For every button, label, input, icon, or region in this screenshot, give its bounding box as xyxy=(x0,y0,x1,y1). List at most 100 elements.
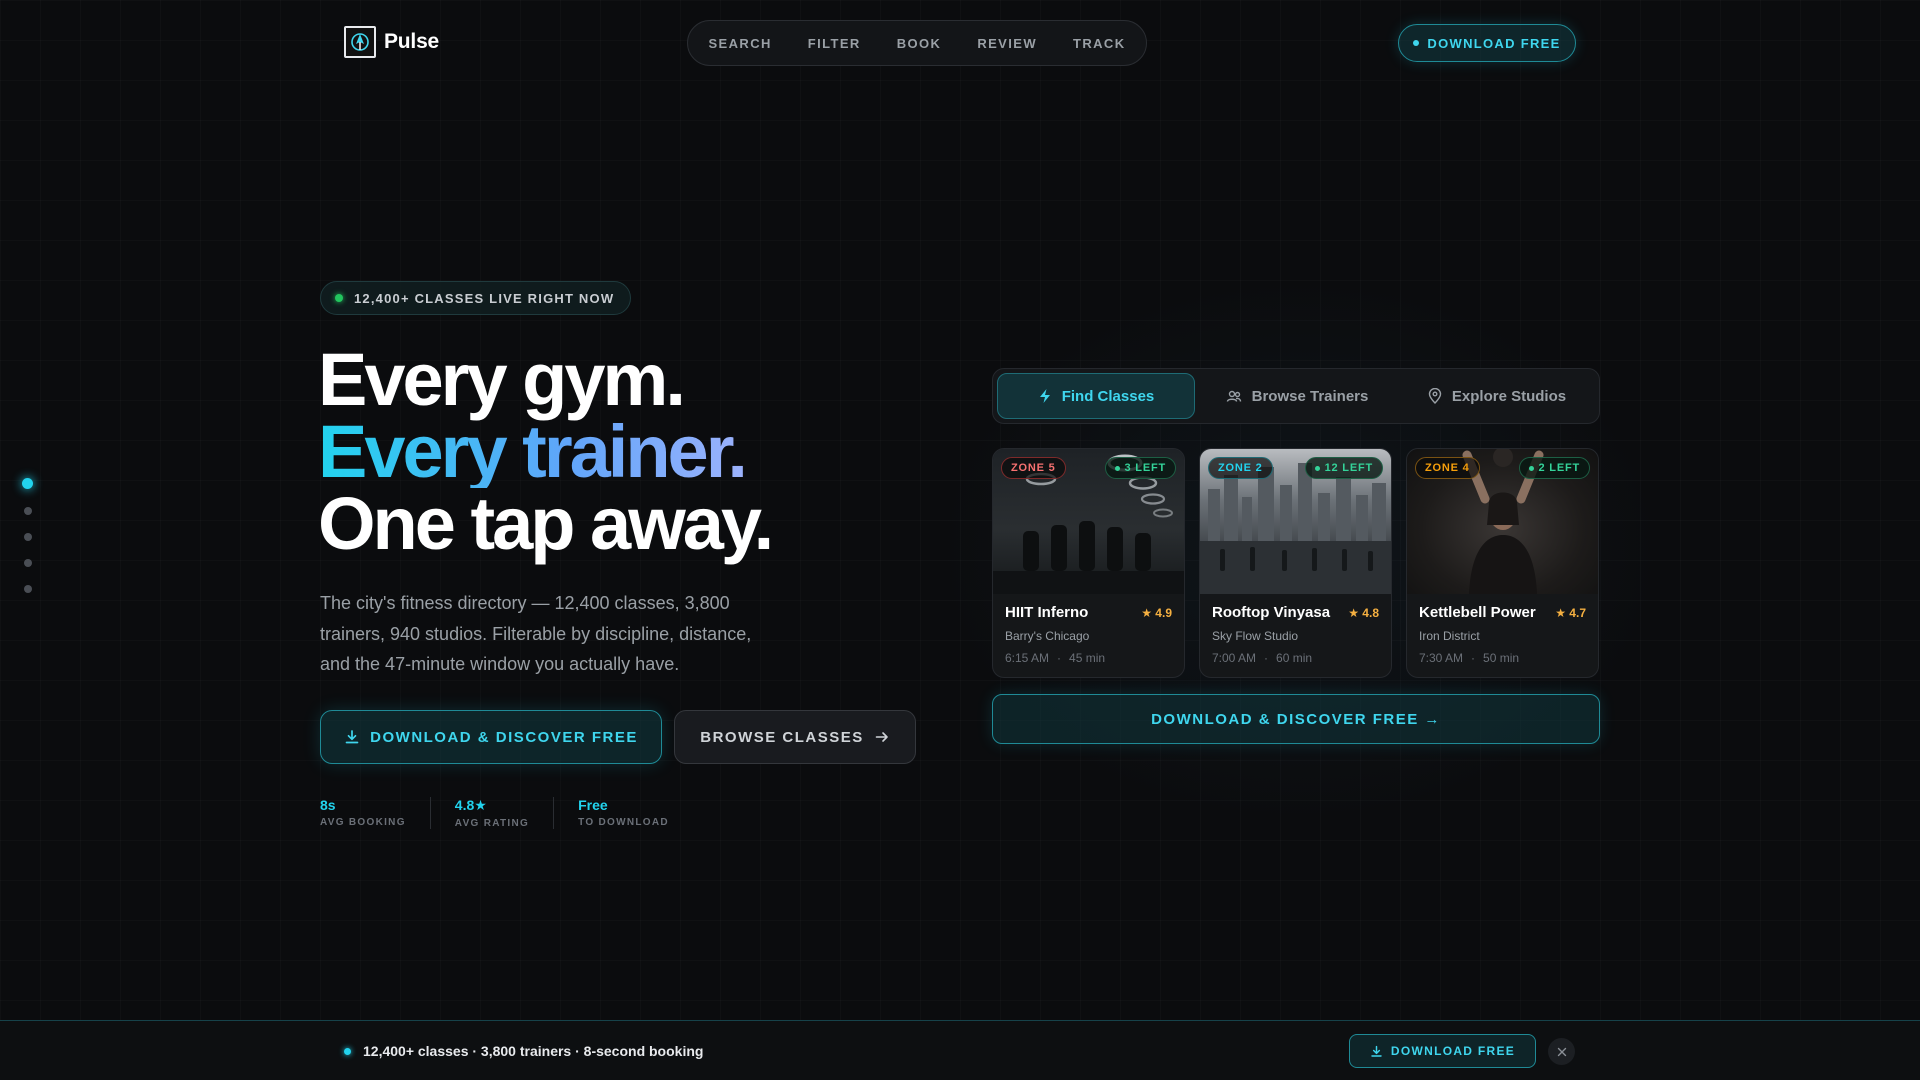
sticky-bar-close-button[interactable] xyxy=(1548,1038,1575,1065)
live-dot-icon xyxy=(335,294,343,302)
hero-stats: 8s AVG BOOKING 4.8★ AVG RATING Free TO D… xyxy=(320,797,717,829)
headline-line-3: One tap away. xyxy=(318,482,774,565)
brand-logo[interactable]: Pulse xyxy=(344,26,439,58)
meta-separator: · xyxy=(1057,651,1062,665)
pager-dot-3[interactable] xyxy=(23,533,32,541)
section-pager xyxy=(22,478,33,593)
browse-classes-button[interactable]: BROWSE CLASSES xyxy=(674,710,916,764)
class-card-body: HIIT Inferno ★ 4.9 Barry's Chicago 6:15 … xyxy=(993,594,1184,675)
nav-item-track[interactable]: TRACK xyxy=(1073,36,1126,51)
sticky-download-button[interactable]: DOWNLOAD FREE xyxy=(1349,1034,1536,1068)
sticky-download-bar: 12,400+ classes · 3,800 trainers · 8-sec… xyxy=(0,1020,1920,1080)
download-discover-label: DOWNLOAD & DISCOVER FREE xyxy=(370,728,638,746)
class-card-body: Rooftop Vinyasa ★ 4.8 Sky Flow Studio 7:… xyxy=(1200,594,1391,675)
class-card-hiit-inferno[interactable]: ZONE 5 3 LEFT HIIT Inferno ★ 4.9 Barry's… xyxy=(992,448,1185,678)
class-duration: 60 min xyxy=(1276,651,1313,665)
sticky-bar-text: 12,400+ classes · 3,800 trainers · 8-sec… xyxy=(363,1043,704,1059)
stat-value: 8s xyxy=(320,797,336,813)
class-rating: ★ 4.7 xyxy=(1555,605,1586,620)
availability-dot-icon xyxy=(1528,465,1534,471)
live-classes-badge: 12,400+ CLASSES LIVE RIGHT NOW xyxy=(320,281,632,315)
bolt-icon xyxy=(1039,389,1050,403)
pager-dot-2[interactable] xyxy=(23,507,32,515)
stat-label: AVG BOOKING xyxy=(320,817,406,828)
pager-dot-5[interactable] xyxy=(23,585,32,593)
stat-avg-booking: 8s AVG BOOKING xyxy=(320,797,431,829)
site-header: Pulse SEARCH FILTER BOOK REVIEW TRACK DO… xyxy=(0,20,1920,66)
stat-free-download: Free TO DOWNLOAD xyxy=(578,797,693,829)
brand-name: Pulse xyxy=(384,30,440,53)
class-time: 7:00 AM xyxy=(1212,651,1257,665)
sticky-download-label: DOWNLOAD FREE xyxy=(1390,1044,1516,1058)
class-duration: 50 min xyxy=(1483,651,1520,665)
download-discover-button[interactable]: DOWNLOAD & DISCOVER FREE xyxy=(320,710,662,764)
zone-badge: ZONE 5 xyxy=(1001,457,1066,479)
class-card-body: Kettlebell Power ★ 4.7 Iron District 7:3… xyxy=(1407,594,1598,675)
class-card-kettlebell-power[interactable]: ZONE 4 2 LEFT Kettlebell Power ★ 4.7 Iro… xyxy=(1406,448,1599,678)
download-icon xyxy=(345,730,359,744)
nav-item-review[interactable]: REVIEW xyxy=(977,36,1037,51)
pager-dot-1[interactable] xyxy=(22,478,33,489)
spots-left-badge: 12 LEFT xyxy=(1304,457,1383,479)
class-rating: ★ 4.8 xyxy=(1348,605,1379,620)
class-duration: 45 min xyxy=(1069,651,1106,665)
nav-item-search[interactable]: SEARCH xyxy=(708,36,771,51)
spots-left-badge: 2 LEFT xyxy=(1518,457,1590,479)
spots-left-text: 3 LEFT xyxy=(1124,462,1166,474)
header-download-label: DOWNLOAD FREE xyxy=(1427,35,1561,51)
zone-badge: ZONE 2 xyxy=(1208,457,1273,479)
meta-separator: · xyxy=(1471,651,1476,665)
panel-download-label: DOWNLOAD & DISCOVER FREE → xyxy=(1151,710,1441,728)
stat-avg-rating: 4.8★ AVG RATING xyxy=(454,797,555,829)
availability-dot-icon xyxy=(1114,465,1120,471)
class-card-rooftop-vinyasa[interactable]: ZONE 2 12 LEFT Rooftop Vinyasa ★ 4.8 Sky… xyxy=(1199,448,1392,678)
headline-line-1: Every gym. xyxy=(318,338,686,421)
hero-headline: Every gym. Every trainer. One tap away. xyxy=(318,338,774,565)
class-studio: Iron District xyxy=(1419,629,1480,643)
spots-left-text: 12 LEFT xyxy=(1324,462,1373,474)
class-studio: Barry's Chicago xyxy=(1005,629,1090,643)
tab-label: Explore Studios xyxy=(1451,387,1567,405)
tab-explore-studios[interactable]: Explore Studios xyxy=(1399,373,1595,419)
meta-separator: · xyxy=(1264,651,1269,665)
panel-download-button[interactable]: DOWNLOAD & DISCOVER FREE → xyxy=(992,694,1600,744)
headline-line-2: Every trainer. xyxy=(318,415,771,489)
map-pin-icon xyxy=(1428,388,1442,404)
class-rating: ★ 4.9 xyxy=(1141,605,1172,620)
hero-subtext: The city's fitness directory — 12,400 cl… xyxy=(320,593,752,674)
status-dot-icon xyxy=(1413,40,1420,46)
zone-badge: ZONE 4 xyxy=(1415,457,1480,479)
pulse-logo-icon xyxy=(344,26,376,58)
spots-left-text: 2 LEFT xyxy=(1538,462,1580,474)
class-time: 7:30 AM xyxy=(1419,651,1464,665)
live-badge-text: 12,400+ CLASSES LIVE RIGHT NOW xyxy=(354,290,615,306)
class-card-list: ZONE 5 3 LEFT HIIT Inferno ★ 4.9 Barry's… xyxy=(992,448,1600,678)
arrow-right-icon xyxy=(875,732,888,742)
tab-label: Find Classes xyxy=(1061,387,1155,405)
availability-dot-icon xyxy=(1314,465,1320,471)
tab-browse-trainers[interactable]: Browse Trainers xyxy=(1199,373,1395,419)
close-icon xyxy=(1557,1047,1566,1056)
browse-classes-label: BROWSE CLASSES xyxy=(700,728,864,746)
discovery-tabs: Find Classes Browse Trainers Explore Stu… xyxy=(992,368,1600,424)
nav-item-filter[interactable]: FILTER xyxy=(808,36,861,51)
header-download-button[interactable]: DOWNLOAD FREE xyxy=(1398,24,1576,62)
class-name: HIIT Inferno xyxy=(1005,604,1089,621)
class-name: Rooftop Vinyasa xyxy=(1212,604,1331,621)
stat-value: Free xyxy=(578,797,608,813)
nav-item-book[interactable]: BOOK xyxy=(897,36,942,51)
sticky-bar-summary: 12,400+ classes · 3,800 trainers · 8-sec… xyxy=(344,1021,703,1080)
stat-label: TO DOWNLOAD xyxy=(578,817,669,828)
tab-label: Browse Trainers xyxy=(1251,387,1369,405)
users-icon xyxy=(1226,390,1241,402)
class-time: 6:15 AM xyxy=(1005,651,1050,665)
stat-label: AVG RATING xyxy=(454,818,530,829)
main-nav: SEARCH FILTER BOOK REVIEW TRACK xyxy=(687,20,1147,66)
spots-left-badge: 3 LEFT xyxy=(1104,457,1176,479)
tab-find-classes[interactable]: Find Classes xyxy=(997,373,1195,419)
class-studio: Sky Flow Studio xyxy=(1212,629,1299,643)
pager-dot-4[interactable] xyxy=(23,559,32,567)
stat-value: 4.8★ xyxy=(454,797,487,813)
download-icon xyxy=(1371,1045,1382,1057)
class-name: Kettlebell Power xyxy=(1419,604,1536,621)
